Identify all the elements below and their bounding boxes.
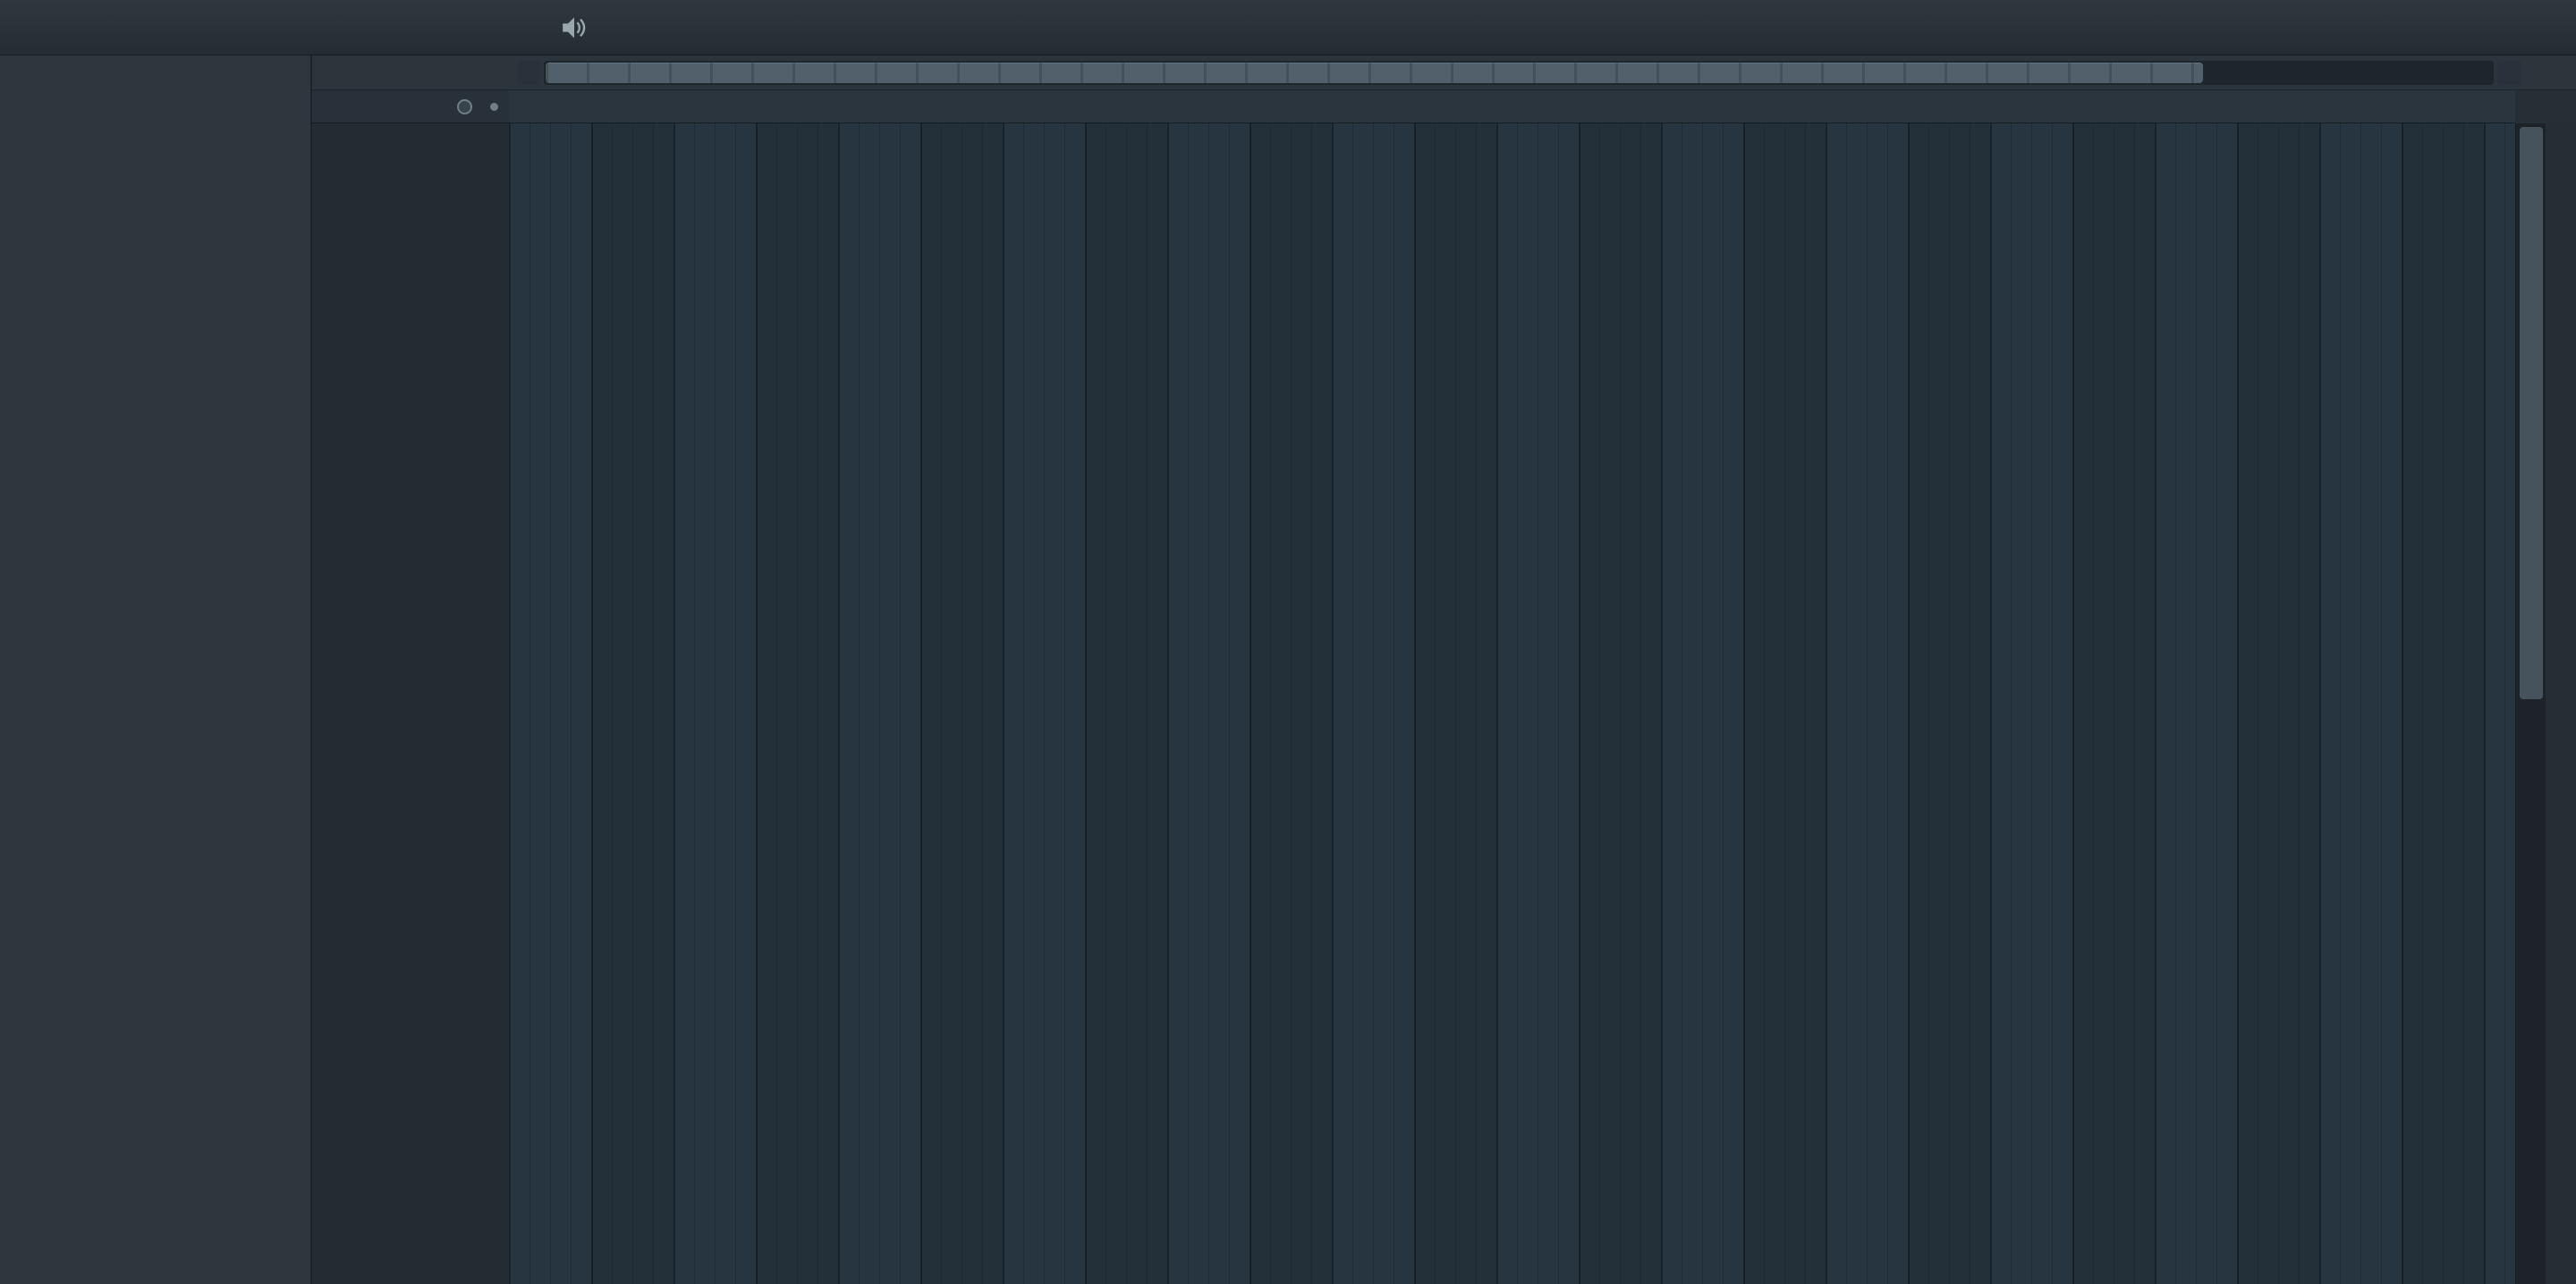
track-headers	[312, 123, 509, 1284]
step-slide-toggle[interactable]	[457, 98, 472, 114]
vertical-scrollbar[interactable]	[2515, 123, 2546, 1284]
ruler-corner	[2515, 90, 2576, 123]
speaker-icon	[563, 16, 586, 38]
horizontal-scrollbar[interactable]	[544, 61, 2494, 85]
pattern-picker-panel	[0, 55, 312, 1284]
timeline-ruler[interactable]	[509, 90, 2515, 123]
scroll-row	[312, 55, 2576, 90]
breadcrumb	[562, 16, 637, 39]
scroll-right-button[interactable]	[2497, 61, 2521, 85]
scroll-left-button[interactable]	[517, 61, 540, 85]
horizontal-scrollbar-thumb[interactable]	[546, 63, 2203, 83]
titlebar	[0, 0, 2576, 55]
vertical-scrollbar-thumb[interactable]	[2520, 127, 2543, 699]
playlist-grid[interactable]	[509, 123, 2515, 1284]
fl-studio-playlist-window	[0, 0, 2576, 1284]
step-slide-controls	[312, 90, 509, 123]
slide-dot-icon[interactable]	[490, 102, 498, 111]
